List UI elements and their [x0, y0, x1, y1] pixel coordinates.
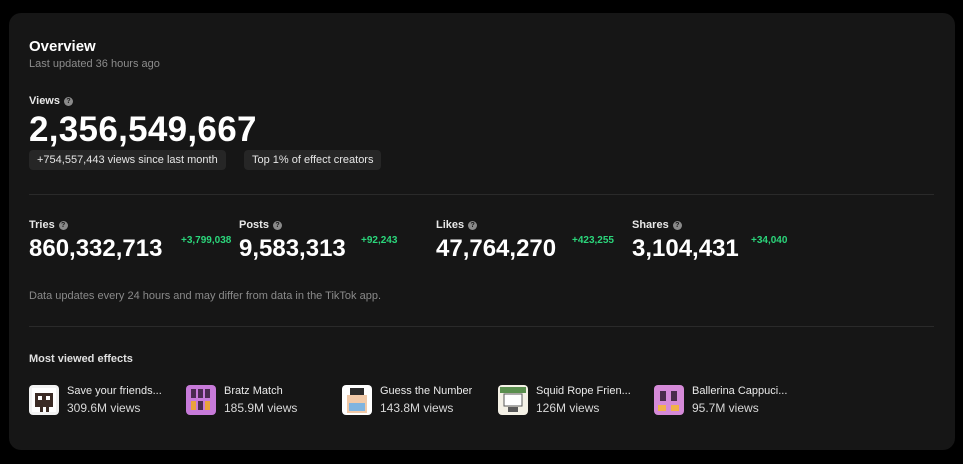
likes-delta: +423,255 — [572, 235, 614, 246]
shares-label-text: Shares — [632, 219, 669, 231]
likes-label: Likes ? — [436, 219, 478, 231]
shares-value: 3,104,431 — [632, 235, 739, 262]
effect-thumbnail — [342, 385, 372, 415]
posts-label: Posts ? — [239, 219, 282, 231]
help-icon[interactable]: ? — [58, 220, 68, 230]
effect-views: 185.9M views — [224, 401, 298, 415]
effect-thumbnail — [498, 385, 528, 415]
divider — [29, 326, 934, 327]
posts-label-text: Posts — [239, 219, 269, 231]
help-icon[interactable]: ? — [64, 96, 73, 106]
views-growth-badge: +754,557,443 views since last month — [29, 150, 226, 170]
effect-views: 126M views — [536, 401, 600, 415]
views-label-text: Views — [29, 95, 60, 107]
effect-views: 309.6M views — [67, 401, 141, 415]
overview-title: Overview — [29, 38, 96, 55]
divider — [29, 194, 934, 195]
likes-value: 47,764,270 — [436, 235, 557, 262]
posts-delta: +92,243 — [361, 235, 398, 246]
last-updated-text: Last updated 36 hours ago — [29, 58, 160, 70]
most-viewed-title: Most viewed effects — [29, 353, 133, 365]
tries-value: 860,332,713 — [29, 235, 163, 262]
data-update-note: Data updates every 24 hours and may diff… — [29, 290, 381, 302]
overview-card: Overview Last updated 36 hours ago Views… — [9, 13, 955, 450]
help-icon[interactable]: ? — [468, 220, 478, 230]
effect-item[interactable]: Save your friends... 309.6M views — [29, 383, 179, 417]
tries-delta: +3,799,038 — [181, 235, 232, 246]
effect-item[interactable]: Guess the Number 143.8M views — [342, 383, 492, 417]
creator-rank-badge: Top 1% of effect creators — [244, 150, 382, 170]
effect-name: Ballerina Cappuci... — [692, 385, 788, 397]
effect-name: Bratz Match — [224, 385, 283, 397]
effect-item[interactable]: Bratz Match 185.9M views — [186, 383, 336, 417]
help-icon[interactable]: ? — [672, 220, 682, 230]
tries-label-text: Tries — [29, 219, 55, 231]
effect-name: Guess the Number — [380, 385, 473, 397]
likes-label-text: Likes — [436, 219, 465, 231]
posts-value: 9,583,313 — [239, 235, 346, 262]
effect-views: 95.7M views — [692, 401, 759, 415]
effect-name: Squid Rope Frien... — [536, 385, 631, 397]
effect-item[interactable]: Ballerina Cappuci... 95.7M views — [654, 383, 804, 417]
tries-label: Tries ? — [29, 219, 68, 231]
shares-label: Shares ? — [632, 219, 682, 231]
shares-delta: +34,040 — [751, 235, 788, 246]
effect-item[interactable]: Squid Rope Frien... 126M views — [498, 383, 648, 417]
views-label: Views ? — [29, 95, 73, 107]
views-total: 2,356,549,667 — [29, 110, 257, 149]
effect-name: Save your friends... — [67, 385, 162, 397]
effect-thumbnail — [29, 385, 59, 415]
help-icon[interactable]: ? — [272, 220, 282, 230]
effect-views: 143.8M views — [380, 401, 454, 415]
effect-thumbnail — [186, 385, 216, 415]
effect-thumbnail — [654, 385, 684, 415]
